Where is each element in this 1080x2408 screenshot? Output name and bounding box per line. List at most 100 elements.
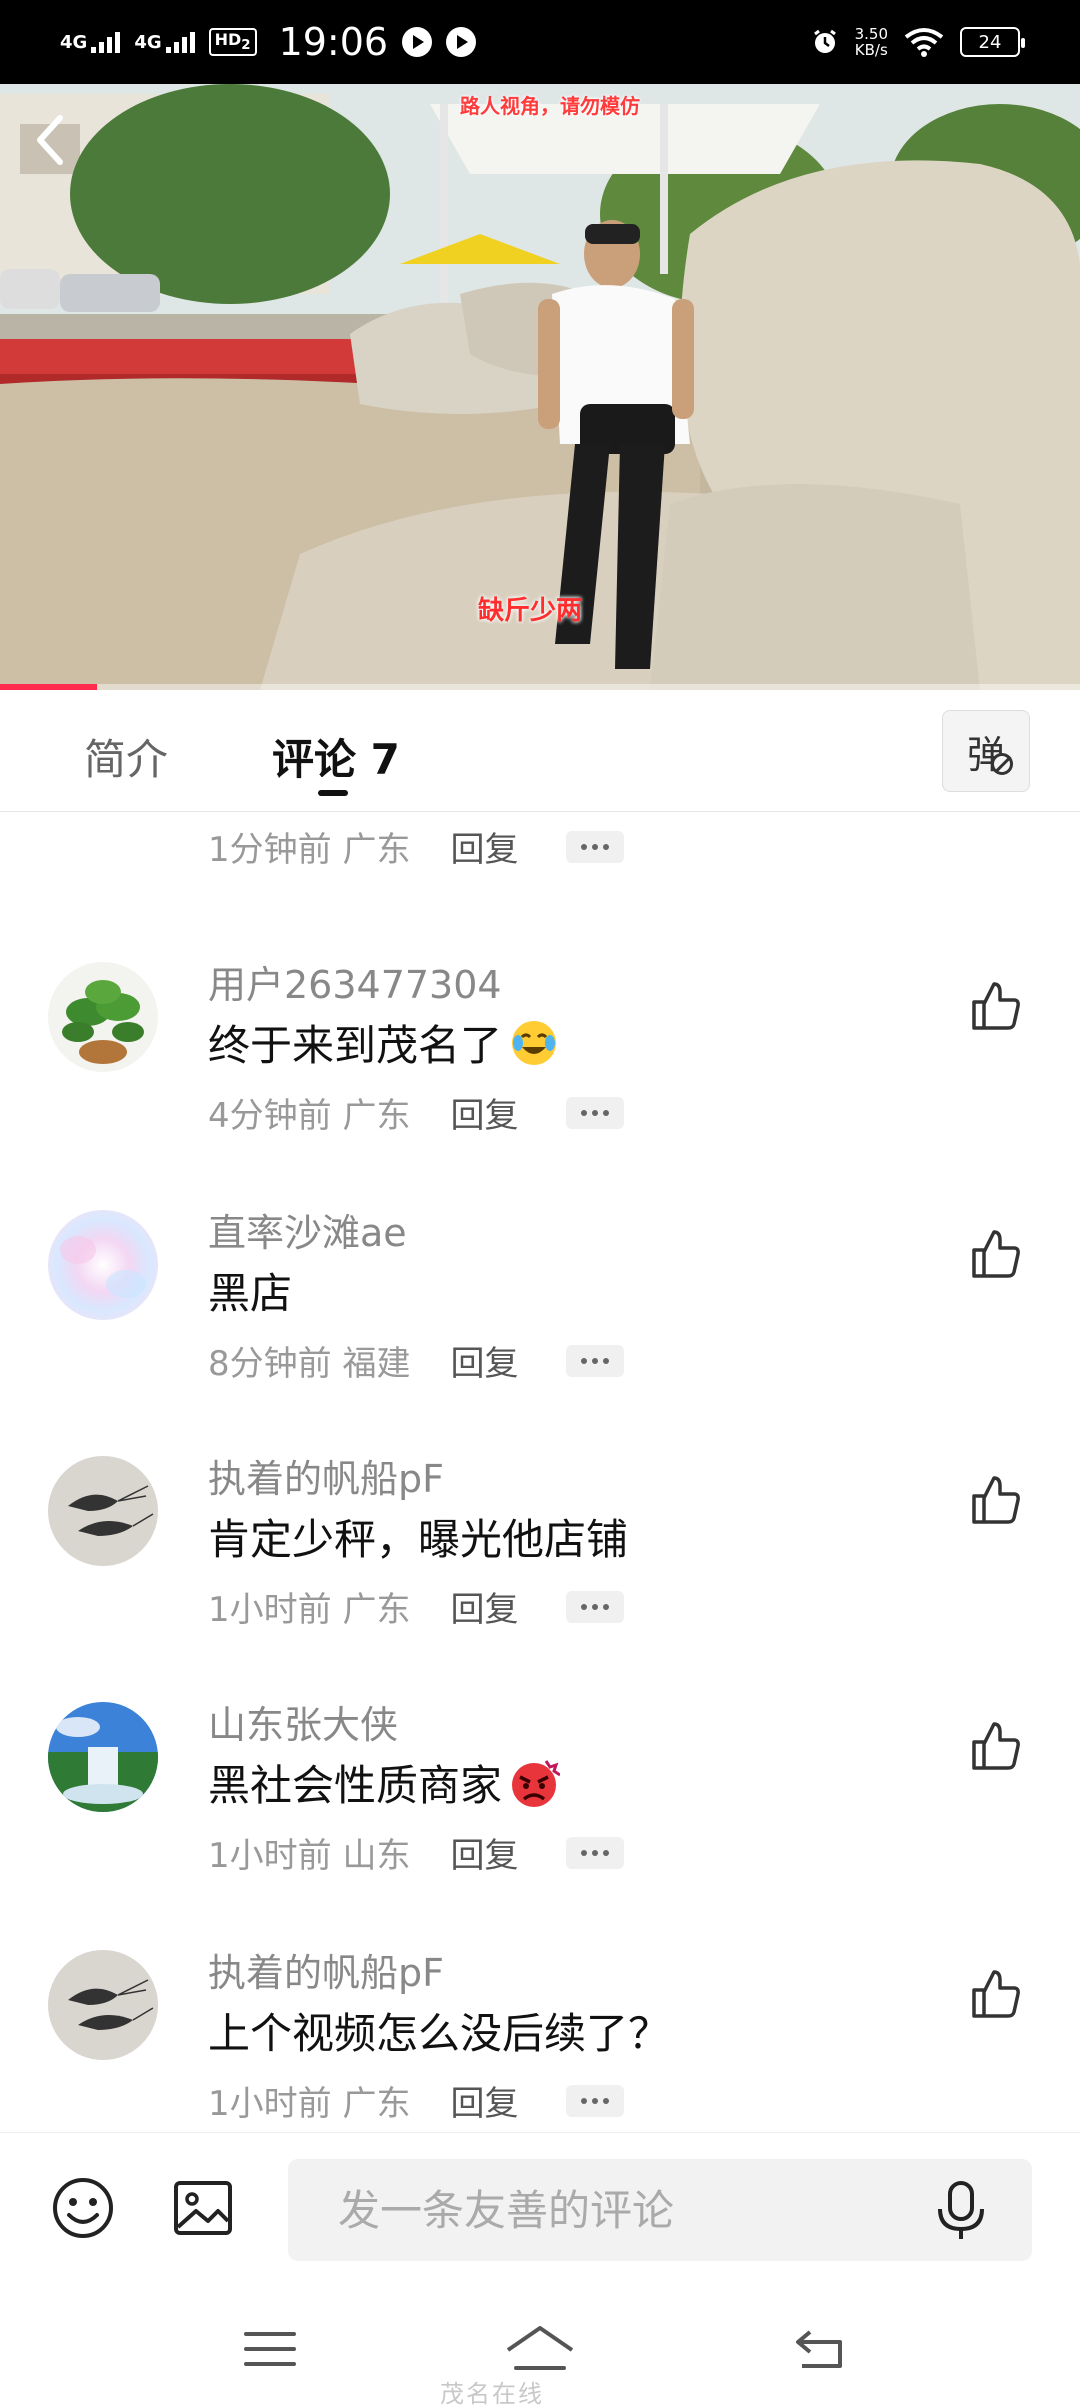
comment-time: 8分钟前: [208, 1344, 332, 1384]
comment-meta: 1小时前 山东 回复: [208, 1828, 625, 1877]
comment-text: 黑社会性质商家: [208, 1752, 561, 1813]
comment-item: 用户263477304 终于来到茂名了 4分钟前 广东 回复: [0, 932, 1080, 1180]
media-play-icon: [446, 27, 477, 57]
gradient-avatar-icon: [48, 1210, 158, 1320]
comment-location: 广东: [342, 830, 411, 870]
comment-username[interactable]: 执着的帆船pF: [208, 1942, 444, 1997]
reply-button[interactable]: 回复: [450, 2076, 518, 2125]
battery-indicator: 24: [960, 27, 1025, 57]
hd-sub: 2: [241, 38, 251, 54]
comment-input[interactable]: [338, 2159, 898, 2261]
comment-body: 黑店: [208, 1269, 293, 1318]
tab-comments[interactable]: 评论 7: [272, 726, 400, 787]
danmaku-toggle-button[interactable]: 弹: [942, 710, 1030, 792]
more-options-button[interactable]: [566, 1344, 625, 1377]
comment-item: 执着的帆船pF 肯定少秤，曝光他店铺 1小时前 广东 回复: [0, 1426, 1080, 1674]
signal-indicator-1: 4G: [60, 31, 121, 53]
comment-body: 上个视频怎么没后续了？: [208, 2009, 671, 2058]
comment-meta: 8分钟前 福建 回复: [208, 1336, 625, 1385]
reply-button[interactable]: 回复: [450, 1582, 518, 1631]
back-icon[interactable]: [26, 110, 76, 170]
microphone-icon[interactable]: [928, 2177, 994, 2243]
comment-text: 上个视频怎么没后续了？: [208, 2000, 670, 2061]
waterfall-avatar-icon: [48, 1702, 158, 1812]
like-icon[interactable]: [966, 1472, 1022, 1528]
comment-body: 黑社会性质商家: [208, 1761, 503, 1810]
active-tab-indicator: [318, 790, 348, 796]
video-caption-top: 路人视角，请勿模仿: [460, 94, 640, 118]
like-icon[interactable]: [966, 1226, 1022, 1282]
signal-bars-icon: [91, 31, 121, 53]
comment-username[interactable]: 直率沙滩ae: [208, 1202, 407, 1257]
speed-value: 3.50: [854, 25, 888, 43]
reply-button[interactable]: 回复: [450, 1828, 518, 1877]
comment-username[interactable]: 执着的帆船pF: [208, 1448, 444, 1503]
watermark: 茂名在线: [440, 2380, 544, 2408]
signal-bars-icon: [165, 31, 195, 53]
speed-unit: KB/s: [854, 41, 888, 59]
comment-meta: 1小时前 广东 回复: [208, 1582, 625, 1631]
comment-text: 黑店: [208, 1260, 292, 1321]
avatar[interactable]: [48, 1702, 158, 1812]
comment-input-container: [288, 2159, 1032, 2261]
plant-avatar-icon: [48, 962, 158, 1072]
avatar[interactable]: [48, 1950, 158, 2060]
comment-meta: 4分钟前 广东 回复: [208, 1088, 625, 1137]
comment-text: 终于来到茂名了: [208, 1012, 560, 1073]
comment-meta: 1小时前 广东 回复: [208, 2076, 625, 2125]
more-options-button[interactable]: [566, 830, 625, 863]
comment-meta-partial: 1分钟前 广东 回复: [208, 822, 625, 871]
comment-time: 1分钟前: [208, 830, 332, 870]
comment-list[interactable]: 1分钟前 广东 回复 用户263477304 终于来到茂名了 4分钟前 广东 回…: [0, 812, 1080, 2132]
comment-location: 广东: [342, 1590, 411, 1630]
avatar[interactable]: [48, 962, 158, 1072]
more-options-button[interactable]: [566, 1096, 625, 1129]
comment-username[interactable]: 山东张大侠: [208, 1694, 398, 1749]
image-picker-icon[interactable]: [170, 2175, 236, 2241]
like-icon[interactable]: [966, 1966, 1022, 2022]
tab-intro[interactable]: 简介: [84, 726, 168, 787]
signal-indicator-2: 4G: [134, 31, 195, 53]
laugh-cry-icon: [512, 1020, 557, 1065]
video-player[interactable]: 路人视角，请勿模仿 缺斤少两: [0, 84, 1080, 690]
hd-badge: HD2: [208, 28, 257, 56]
menu-icon[interactable]: [240, 2322, 300, 2376]
comment-location: 广东: [342, 2084, 411, 2124]
comment-input-bar: [0, 2132, 1080, 2284]
more-options-button[interactable]: [566, 1590, 625, 1623]
comment-item: 山东张大侠 黑社会性质商家 1小时前 山东 回复: [0, 1672, 1080, 1920]
video-caption-bottom: 缺斤少两: [478, 596, 583, 626]
like-icon[interactable]: [966, 978, 1022, 1034]
more-options-button[interactable]: [566, 2084, 625, 2117]
home-icon[interactable]: [500, 2322, 580, 2376]
media-play-icon: [402, 27, 433, 57]
reply-button[interactable]: 回复: [450, 822, 518, 871]
comment-text: 肯定少秤，曝光他店铺: [208, 1506, 628, 1567]
comment-body: 终于来到茂名了: [208, 1021, 503, 1070]
hd-label: HD: [214, 30, 242, 50]
reply-button[interactable]: 回复: [450, 1336, 518, 1385]
comment-time: 4分钟前: [208, 1096, 332, 1136]
more-options-button[interactable]: [566, 1836, 625, 1869]
battery-level: 24: [978, 31, 1002, 53]
emoji-picker-icon[interactable]: [50, 2175, 116, 2241]
system-nav-bar: 茂名在线: [0, 2284, 1080, 2408]
avatar[interactable]: [48, 1210, 158, 1320]
comment-time: 1小时前: [208, 1836, 332, 1876]
network-type-1: 4G: [60, 32, 88, 53]
network-type-2: 4G: [134, 32, 162, 53]
comment-time: 1小时前: [208, 1590, 332, 1630]
shrimp-avatar-icon: [48, 1456, 158, 1566]
comment-username[interactable]: 用户263477304: [208, 954, 502, 1009]
comment-item: 直率沙滩ae 黑店 8分钟前 福建 回复: [0, 1180, 1080, 1428]
avatar[interactable]: [48, 1456, 158, 1566]
comment-item: 执着的帆船pF 上个视频怎么没后续了？ 1小时前 广东 回复: [0, 1920, 1080, 2132]
reply-button[interactable]: 回复: [450, 1088, 518, 1137]
comment-location: 山东: [342, 1836, 411, 1876]
like-icon[interactable]: [966, 1718, 1022, 1774]
wifi-icon: [904, 28, 944, 57]
clock: 19:06: [278, 20, 389, 64]
back-nav-icon[interactable]: [790, 2322, 850, 2376]
tab-bar: 简介 评论 7 弹: [0, 690, 1080, 812]
status-bar: 4G 4G HD2 19:06 3.50 KB/s 24: [0, 0, 1080, 84]
